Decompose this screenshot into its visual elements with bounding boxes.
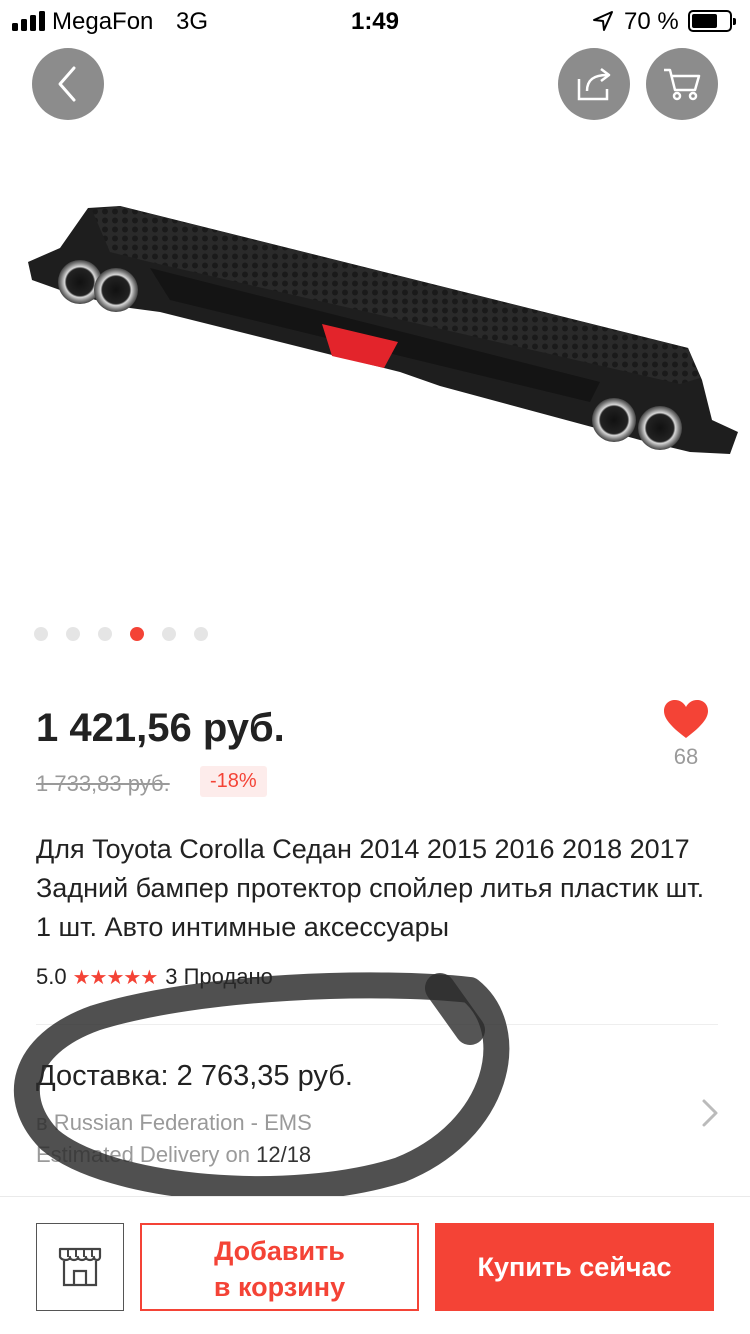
gallery-dot[interactable] (66, 627, 80, 641)
shipping-cost: Доставка: 2 763,35 руб. (36, 1060, 353, 1092)
estimated-delivery-date: 12/18 (256, 1142, 312, 1167)
product-image (28, 206, 738, 454)
gallery-dot[interactable] (98, 627, 112, 641)
gallery-pagination[interactable] (34, 626, 208, 642)
cart-icon (664, 68, 701, 101)
add-to-cart-label-line2: в корзину (213, 1272, 346, 1302)
share-button[interactable] (558, 48, 630, 120)
battery-icon (688, 10, 736, 32)
estimated-delivery: Estimated Delivery on 12/18 (36, 1142, 311, 1168)
gallery-dot[interactable] (194, 627, 208, 641)
gallery-dot-active[interactable] (130, 627, 144, 641)
location-arrow-icon (593, 11, 613, 31)
estimated-delivery-label: Estimated Delivery on (36, 1142, 250, 1167)
product-title: Для Toyota Corolla Седан 2014 2015 2016 … (36, 834, 705, 942)
bottom-action-bar: Добавить в корзину Купить сейчас (0, 1196, 750, 1334)
status-bar: MegaFon 3G 1:49 70 % (0, 0, 750, 42)
current-price: 1 421,56 руб. (36, 706, 285, 750)
store-icon (58, 1247, 102, 1287)
wishlist-count: 68 (673, 744, 699, 769)
chevron-left-icon (58, 66, 76, 102)
add-to-cart-label-line1: Добавить (214, 1236, 345, 1266)
gallery-dot[interactable] (34, 627, 48, 641)
rating-value: 5.0 (36, 964, 67, 989)
buy-now-button[interactable]: Купить сейчас (435, 1223, 714, 1311)
store-button[interactable] (36, 1223, 124, 1311)
wishlist-button[interactable]: 68 (656, 700, 716, 770)
cart-button[interactable] (646, 48, 718, 120)
chevron-right-icon[interactable] (700, 1098, 720, 1128)
add-to-cart-button[interactable]: Добавить в корзину (140, 1223, 419, 1311)
discount-badge: -18% (200, 766, 267, 797)
back-button[interactable] (32, 48, 104, 120)
heart-icon (664, 700, 708, 738)
shipping-destination: в Russian Federation - EMS (36, 1110, 312, 1135)
divider (36, 1024, 718, 1025)
original-price: 1 733,83 руб. (36, 771, 170, 796)
rating-row[interactable]: 5.0 ★★★★★ 3 Продано (36, 964, 273, 990)
gallery-dot[interactable] (162, 627, 176, 641)
sold-count: 3 Продано (165, 964, 273, 989)
product-gallery[interactable] (0, 0, 750, 680)
battery-percent: 70 % (624, 8, 679, 35)
share-icon (577, 68, 611, 101)
star-rating-icon: ★★★★★ (72, 966, 159, 989)
